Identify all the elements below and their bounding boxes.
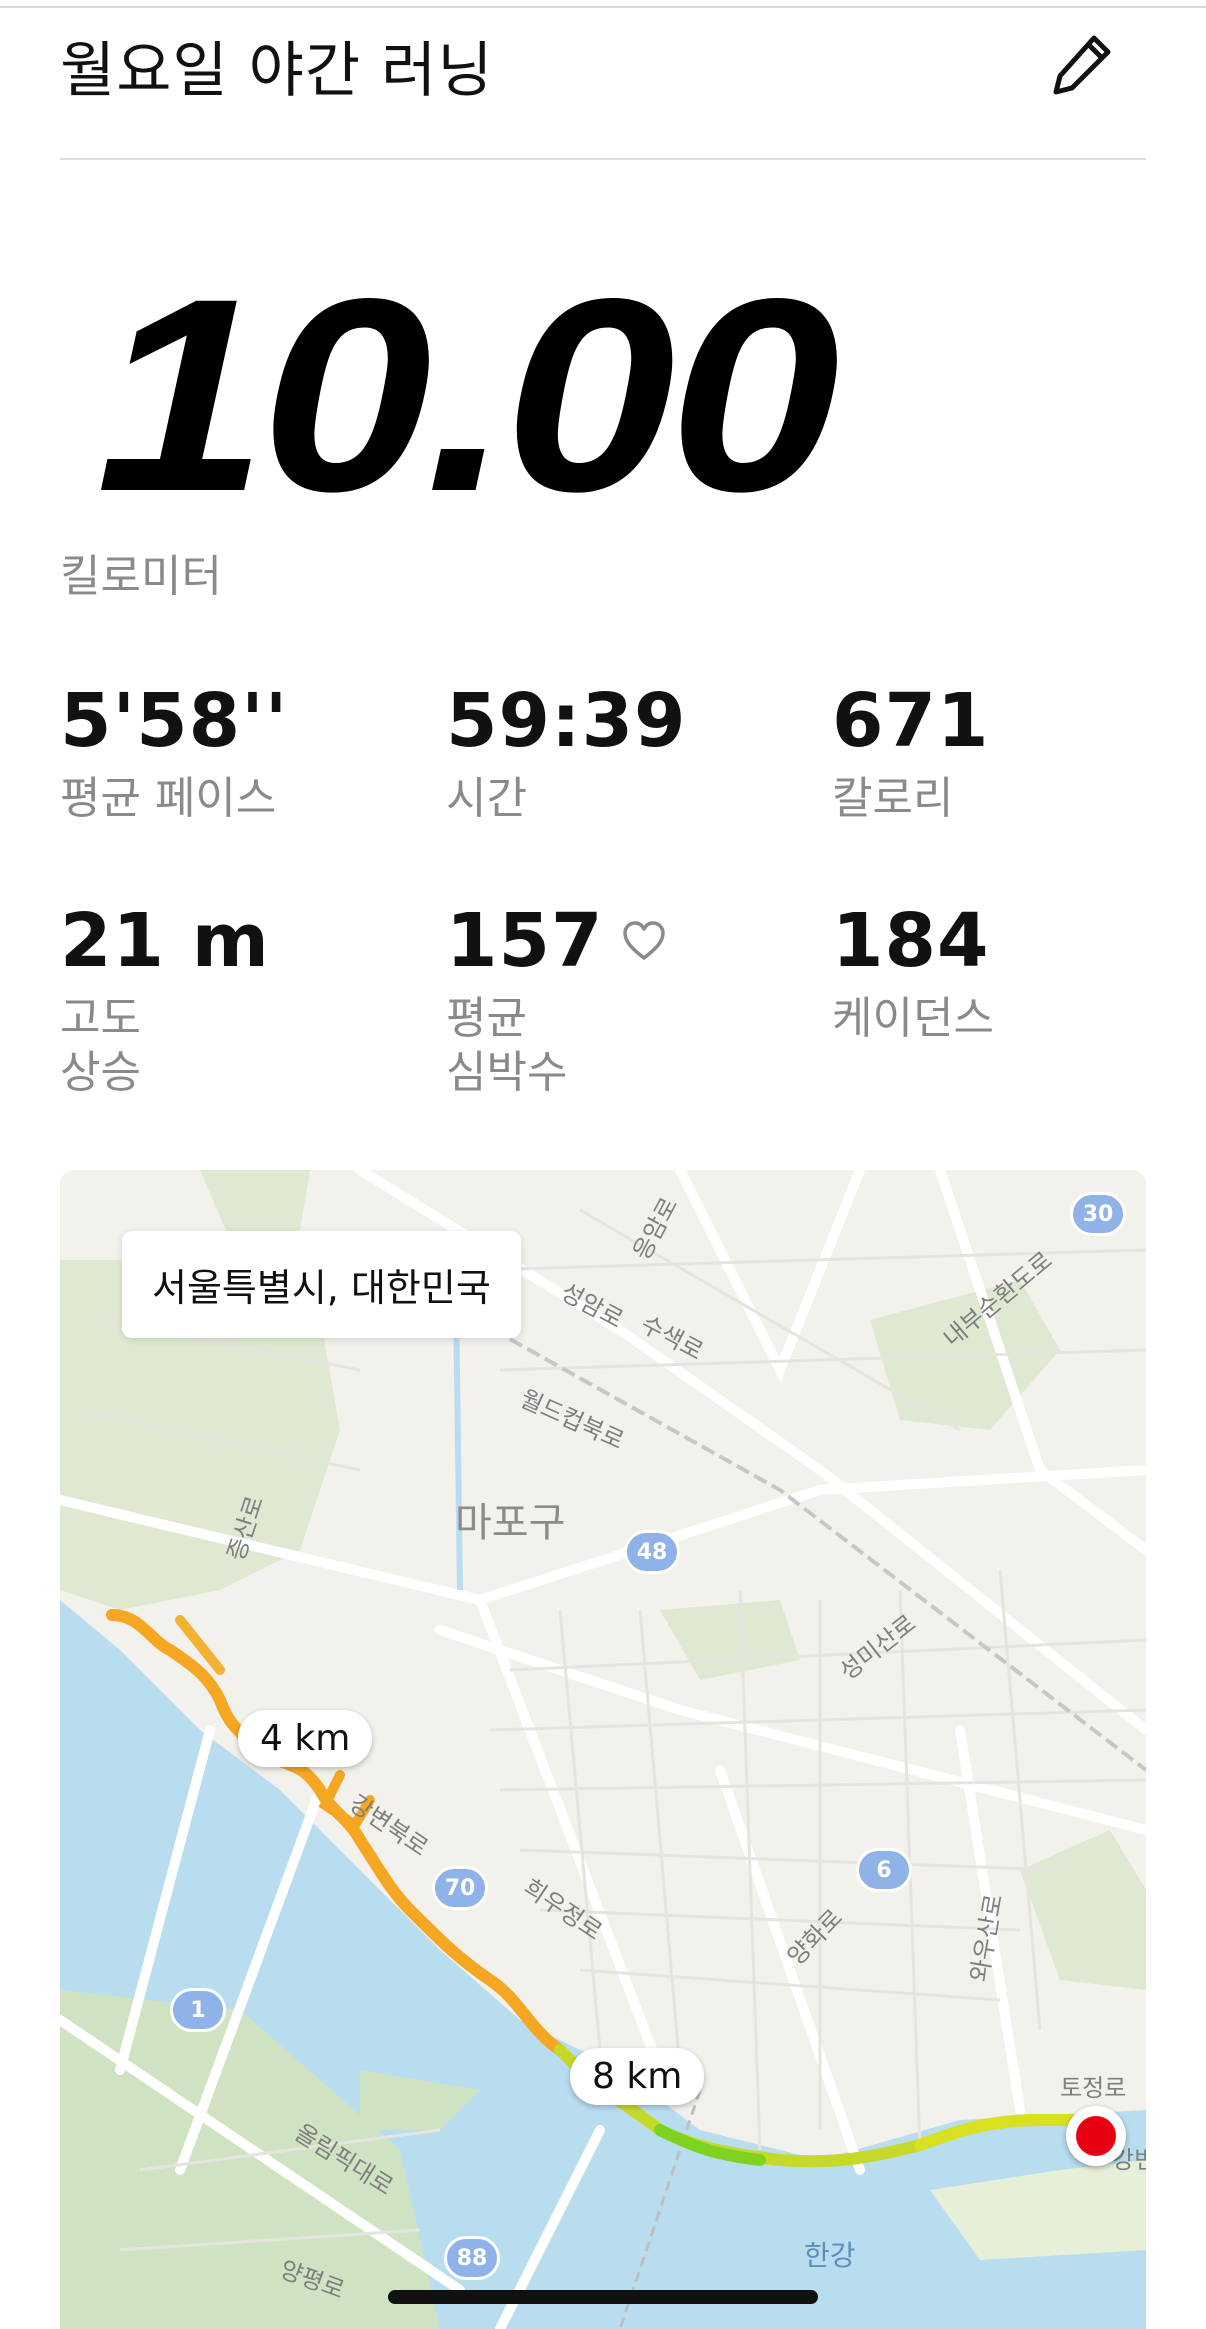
map-canvas — [60, 1170, 1146, 2329]
stat-avg-heart-rate: 157 평균 심박수 — [446, 904, 667, 1100]
activity-detail-screen: 월요일 야간 러닝 10.00 킬로미터 5'58'' 평균 페이스 59:39… — [0, 0, 1206, 2329]
stat-time: 59:39 시간 — [446, 684, 687, 826]
elevation-label-line2: 상승 — [60, 1047, 141, 1098]
route-end-pin — [1066, 2106, 1126, 2166]
km-marker-4: 4 km — [238, 1710, 373, 1767]
route-badge: 70 — [432, 1866, 488, 1910]
elevation-value: 21 m — [60, 898, 270, 984]
distance-value: 10.00 — [96, 242, 840, 549]
cadence-label: 케이던스 — [832, 993, 994, 1044]
pencil-icon — [1053, 35, 1111, 95]
stat-avg-pace: 5'58'' 평균 페이스 — [60, 684, 288, 826]
route-map[interactable]: 서울특별시, 대한민국 마포구 성암로 수색로 월드컵북로 증산로 성미산로 강… — [60, 1170, 1146, 2329]
distance-unit: 킬로미터 — [60, 551, 222, 602]
calories-value: 671 — [832, 678, 990, 764]
stat-calories: 671 칼로리 — [832, 684, 989, 826]
km-marker-8: 8 km — [570, 2048, 705, 2105]
heart-rate-value-row: 157 — [446, 904, 667, 978]
route-badge: 88 — [444, 2236, 500, 2280]
calories-label: 칼로리 — [832, 773, 954, 824]
header-divider — [60, 158, 1146, 160]
district-label: 마포구 — [455, 1500, 566, 1546]
river-label: 한강 — [804, 2239, 856, 2272]
road-label: 토정로 — [1060, 2074, 1127, 2102]
route-badge: 1 — [170, 1988, 226, 2032]
stat-cadence: 184 케이던스 — [832, 904, 994, 1046]
top-border — [0, 0, 1206, 8]
heart-icon — [621, 920, 667, 962]
heart-rate-value: 157 — [446, 898, 604, 984]
avg-pace-label: 평균 페이스 — [60, 773, 277, 824]
time-value: 59:39 — [446, 678, 687, 764]
home-indicator[interactable] — [388, 2290, 818, 2304]
elevation-label: 고도 상승 — [60, 992, 270, 1100]
map-location-chip: 서울특별시, 대한민국 — [122, 1231, 521, 1338]
cadence-value: 184 — [832, 898, 990, 984]
heart-rate-label-line1: 평균 — [446, 993, 527, 1044]
elevation-label-line1: 고도 — [60, 993, 141, 1044]
avg-pace-value: 5'58'' — [60, 678, 289, 764]
route-badge: 6 — [856, 1848, 912, 1892]
route-badge: 30 — [1070, 1192, 1126, 1236]
stat-elevation-gain: 21 m 고도 상승 — [60, 904, 270, 1100]
end-pin-dot — [1076, 2116, 1116, 2156]
route-badge: 48 — [624, 1530, 680, 1574]
edit-button[interactable] — [1040, 22, 1124, 106]
heart-rate-label: 평균 심박수 — [446, 992, 667, 1100]
time-label: 시간 — [446, 773, 527, 824]
heart-rate-label-line2: 심박수 — [446, 1047, 568, 1098]
activity-title: 월요일 야간 러닝 — [60, 36, 494, 106]
